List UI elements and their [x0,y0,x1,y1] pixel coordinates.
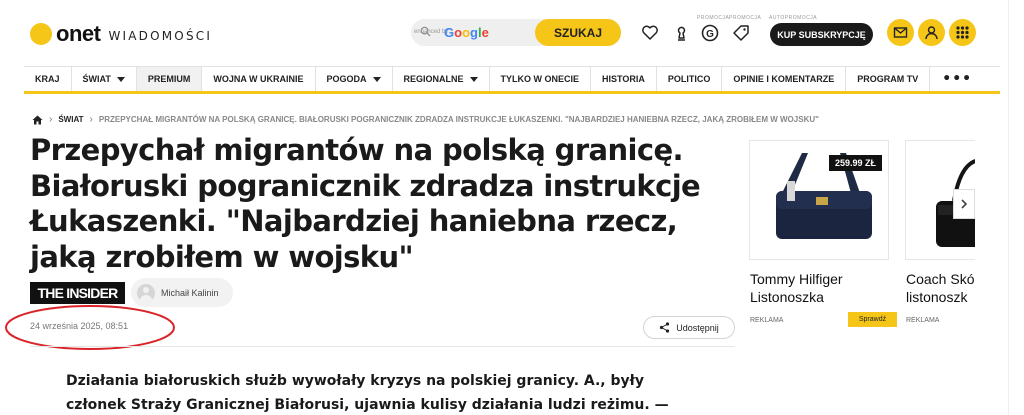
nav-item-label: OPINIE I KOMENTARZE [733,74,835,84]
breadcrumb: › ŚWIAT › PRZEPYCHAŁ MIGRANTÓW NA POLSKĄ… [32,114,819,125]
nav-item-label: PROGRAM TV [857,74,919,84]
nav-item-label: POLITICO [667,74,711,84]
price-badge: 259.99 ZŁ [828,155,882,171]
nav-item-kraj[interactable]: KRAJ [24,67,72,91]
nav-item-wojna-w-ukrainie[interactable]: WOJNA W UKRAINIE [202,67,316,91]
logo-text: onet [56,21,101,46]
chevron-right-icon: › [49,114,53,125]
product-card[interactable]: 259.99 ZŁ Tommy Hilfiger Listonoszka REK… [749,140,897,340]
nav-item-politico[interactable]: POLITICO [657,67,723,91]
product-card[interactable]: Coach Skó listonoszk REKLAMA [905,140,975,340]
product-type: listonoszk [906,289,968,305]
ad-label: REKLAMA [906,317,940,324]
chevron-right-icon [961,199,968,209]
ad-label: REKLAMA [750,317,784,324]
promo-label: AUTOPROMOCJA [769,15,818,21]
nav-more-button[interactable]: ••• [930,67,984,91]
nav-item-label: REGIONALNE [403,74,464,84]
product-name: Tommy Hilfiger Listonoszka [750,270,890,306]
promo-label: PROMOCJA [729,15,762,21]
product-carousel: 259.99 ZŁ Tommy Hilfiger Listonoszka REK… [749,140,975,340]
share-label: Udostępnij [676,322,719,333]
source-logo[interactable]: THE INSIDER [30,282,125,304]
nav-item-label: TYLKO W ONECIE [500,74,580,84]
home-icon[interactable] [32,115,43,125]
share-button[interactable]: Udostępnij [643,316,735,339]
nav-item-premium[interactable]: PREMIUM [136,67,203,91]
mail-icon [893,27,908,38]
svg-text:G: G [706,29,714,40]
chevron-down-icon [116,76,125,82]
nav-item-program-tv[interactable]: PROGRAM TV [846,67,931,91]
nav-item-label: KRAJ [35,74,60,84]
author-name: Michaił Kalinin [161,287,219,298]
chevron-down-icon [372,76,381,82]
window-edge [1008,0,1024,415]
share-icon [660,322,670,333]
nav-item-regionalne[interactable]: REGIONALNE [393,67,490,91]
user-button[interactable] [918,19,945,46]
product-type: Listonoszka [750,289,824,305]
nav-item-label: WOJNA W UKRAINIE [213,74,304,84]
mail-button[interactable] [887,19,914,46]
check-product-button[interactable]: Sprawdź [848,312,897,327]
main-nav: KRAJ ŚWIAT PREMIUM WOJNA W UKRAINIE POGO… [24,66,1000,94]
product-image[interactable]: 259.99 ZŁ [749,140,889,260]
carousel-next-button[interactable] [953,189,975,219]
divider [30,346,735,347]
product-brand: Tommy Hilfiger [750,271,843,287]
apps-menu-button[interactable] [949,19,976,46]
nav-item-label: PREMIUM [147,74,191,84]
google-logo: Google [444,25,489,40]
nav-item-opinie[interactable]: OPINIE I KOMENTARZE [722,67,847,91]
article-lead: Działania białoruskich służb wywołały kr… [66,373,669,413]
breadcrumb-current: PRZEPYCHAŁ MIGRANTÓW NA POLSKĄ GRANICĘ. … [98,115,819,124]
logo-dot [30,23,52,45]
breadcrumb-section[interactable]: ŚWIAT [58,115,83,124]
product-name: Coach Skó listonoszk [906,270,975,306]
nav-item-label: POGODA [326,74,367,84]
heart-icon[interactable] [640,23,660,43]
grid-icon [956,26,969,39]
promo-label: PROMOCJA [697,15,730,21]
nav-item-label: ŚWIAT [82,74,111,84]
article-headline: Przepychał migrantów na polską granicę. … [30,133,701,274]
search-button[interactable]: SZUKAJ [535,19,621,46]
logo-section-label: WIADOMOŚCI [108,29,213,43]
avatar [137,283,155,302]
nav-item-tylko-w-onecie[interactable]: TYLKO W ONECIE [490,67,592,91]
red-annotation-ellipse [5,305,175,350]
nav-item-label: HISTORIA [602,74,645,84]
onet-logo[interactable]: onet WIADOMOŚCI [30,21,212,47]
product-brand: Coach Skó [906,271,975,287]
site-header: onet WIADOMOŚCI enhanced by Google SZUKA… [0,0,1024,66]
tag-promo-icon[interactable] [731,23,751,43]
g-promo-icon[interactable]: G [700,23,720,43]
horoscope-icon[interactable] [671,23,691,43]
author-chip[interactable]: Michaił Kalinin [131,278,233,307]
chevron-down-icon [469,76,478,82]
chevron-right-icon: › [89,114,93,125]
nav-item-pogoda[interactable]: POGODA [316,67,393,91]
user-icon [925,26,938,40]
subscribe-button[interactable]: KUP SUBSKRYPCJĘ [770,23,873,46]
nav-item-swiat[interactable]: ŚWIAT [72,67,137,91]
nav-item-historia[interactable]: HISTORIA [591,67,657,91]
